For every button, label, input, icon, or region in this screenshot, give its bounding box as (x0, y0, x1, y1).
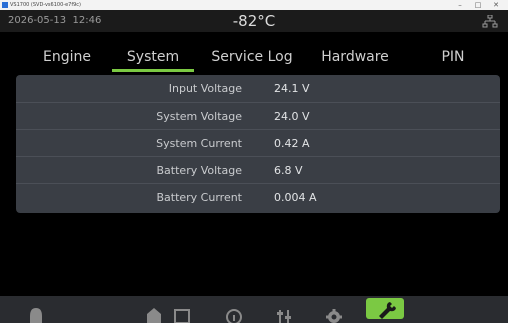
tab-label: PIN (441, 49, 465, 65)
tab-engine[interactable]: Engine (30, 42, 104, 72)
table-row: System Current 0.42 A (16, 129, 500, 157)
tab-label: System (126, 49, 180, 65)
row-value: 0.42 A (274, 137, 310, 150)
tab-hardware[interactable]: Hardware (312, 42, 398, 72)
tab-pin[interactable]: PIN (420, 42, 486, 72)
tab-label: Engine (43, 49, 91, 65)
app-icon (2, 2, 8, 8)
square-icon[interactable] (170, 300, 194, 323)
active-tab-indicator (112, 69, 194, 72)
row-value: 24.1 V (274, 82, 310, 95)
window-titlebar: VS1700 (SVD-vs6100-e7f9c) – □ ✕ (0, 0, 508, 10)
row-value: 0.004 A (274, 191, 317, 204)
bell-icon[interactable] (24, 300, 48, 323)
window-title: VS1700 (SVD-vs6100-e7f9c) (10, 2, 81, 8)
table-row: Battery Current 0.004 A (16, 183, 500, 211)
row-label: System Voltage (156, 110, 242, 123)
temperature-readout: -82°C (232, 12, 276, 30)
table-row: Battery Voltage 6.8 V (16, 156, 500, 184)
tab-label: Service Log (211, 49, 293, 65)
close-button[interactable]: ✕ (488, 0, 504, 10)
tab-service-log[interactable]: Service Log (202, 42, 302, 72)
row-label: Input Voltage (168, 82, 242, 95)
network-icon (482, 14, 498, 28)
bottom-nav (0, 296, 508, 323)
gear-icon[interactable] (322, 300, 346, 323)
sliders-icon[interactable] (272, 300, 296, 323)
tab-system[interactable]: System (112, 42, 194, 72)
row-label: Battery Voltage (156, 164, 242, 177)
home-icon[interactable] (142, 300, 166, 323)
row-label: Battery Current (156, 191, 242, 204)
status-bar: 2026-05-13 12:46 -82°C (0, 10, 508, 32)
tab-bar: Engine System Service Log Hardware PIN (0, 42, 508, 72)
maximize-button[interactable]: □ (470, 0, 486, 10)
row-value: 6.8 V (274, 164, 303, 177)
tab-label: Hardware (321, 49, 389, 65)
row-label: System Current (156, 137, 242, 150)
info-icon[interactable] (222, 300, 246, 323)
table-row: Input Voltage 24.1 V (16, 75, 500, 102)
row-value: 24.0 V (274, 110, 310, 123)
wrench-icon[interactable] (366, 298, 404, 319)
table-row: System Voltage 24.0 V (16, 102, 500, 130)
system-info-panel: Input Voltage 24.1 V System Voltage 24.0… (16, 75, 500, 213)
minimize-button[interactable]: – (452, 0, 468, 10)
